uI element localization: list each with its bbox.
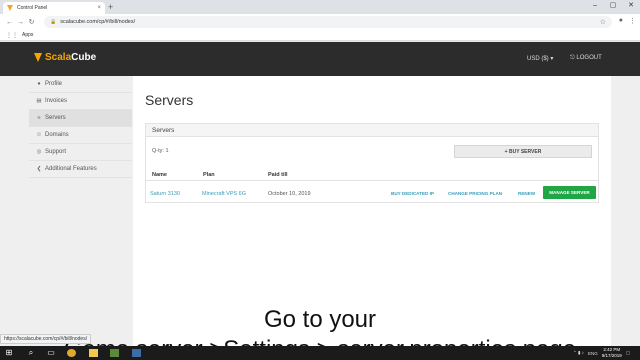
chrome-taskbar-icon[interactable] xyxy=(67,349,76,357)
table-divider xyxy=(146,180,598,181)
app-taskbar-icon[interactable] xyxy=(132,349,141,357)
notifications-icon[interactable]: ▢ xyxy=(626,350,630,356)
task-view-icon[interactable]: ▭ xyxy=(46,348,56,358)
support-icon: ◎ xyxy=(36,149,42,155)
browser-tab[interactable]: Control Panel × xyxy=(3,2,105,14)
caption-line-1: Go to your xyxy=(263,306,377,333)
menu-icon[interactable]: ⋮ xyxy=(629,17,636,25)
manage-server-button[interactable]: MANAGE SERVER xyxy=(543,186,596,199)
sidebar-item-label: Servers xyxy=(45,115,66,121)
sidebar-item-domains[interactable]: ☉ Domains xyxy=(29,127,132,144)
buy-dedicated-ip-link[interactable]: BUY DEDICATED IP xyxy=(391,191,434,196)
back-icon[interactable]: ← xyxy=(4,19,15,26)
close-tab-icon[interactable]: × xyxy=(97,5,101,11)
column-header-name: Name xyxy=(152,172,167,178)
maximize-button[interactable]: ▢ xyxy=(604,0,622,12)
buy-server-button[interactable]: + BUY SERVER xyxy=(454,145,592,158)
search-icon[interactable]: ⌕ xyxy=(26,348,36,358)
file-explorer-icon[interactable] xyxy=(89,349,98,357)
site-header: Scala Cube USD ($) ▾ ⎋ LOGOUT xyxy=(0,42,640,76)
address-bar-row: ← → ↻ 🔒 scalacube.com/cp/#/bill/nodes/ ☆… xyxy=(0,14,640,30)
logout-button[interactable]: ⎋ LOGOUT xyxy=(570,55,602,62)
window-controls: – ▢ ✕ xyxy=(586,0,640,12)
change-pricing-plan-link[interactable]: CHANGE PRICING PLAN xyxy=(448,191,502,196)
sidebar-item-support[interactable]: ◎ Support xyxy=(29,144,132,161)
tray-icons[interactable]: ⌃ ▮ ♪ xyxy=(573,350,584,356)
sidebar-item-profile[interactable]: ● Profile xyxy=(29,76,132,93)
sidebar-item-label: Invoices xyxy=(45,98,68,104)
logo-mark-icon xyxy=(34,53,42,62)
user-icon: ● xyxy=(37,81,41,87)
scalacube-favicon-icon xyxy=(7,5,13,11)
new-tab-button[interactable]: + xyxy=(108,2,113,12)
servers-panel: Servers Q-ty: 1 + BUY SERVER Name Plan P… xyxy=(145,123,599,203)
bookmark-star-icon[interactable]: ☆ xyxy=(600,18,606,26)
status-url-tooltip: https://scalacube.com/cp/#/bill/nodes/ xyxy=(0,334,92,344)
sidebar-item-additional-features[interactable]: ❮ Additional Features xyxy=(29,161,132,178)
renew-link[interactable]: RENEW xyxy=(518,191,535,196)
apps-grid-icon[interactable]: ⋮⋮ xyxy=(6,32,18,39)
clock-date: 9/17/2019 xyxy=(601,353,622,358)
profile-icon[interactable]: ● xyxy=(619,17,623,25)
minimize-button[interactable]: – xyxy=(586,0,604,12)
windows-taskbar: ⊞ ⌕ ▭ ⌃ ▮ ♪ ENG 2:42 PM 9/17/2019 ▢ xyxy=(0,346,640,360)
globe-icon: ☉ xyxy=(36,132,42,138)
close-window-button[interactable]: ✕ xyxy=(622,0,640,12)
share-icon: ❮ xyxy=(36,166,42,172)
column-header-plan: Plan xyxy=(203,172,215,178)
system-tray: ⌃ ▮ ♪ ENG 2:42 PM 9/17/2019 ▢ xyxy=(573,347,630,359)
server-name-link[interactable]: Saturn 3130 xyxy=(150,191,180,197)
bookmarks-bar: ⋮⋮ Apps xyxy=(0,30,640,41)
lock-icon: 🔒 xyxy=(50,19,57,25)
sidebar-item-label: Support xyxy=(45,149,67,155)
invoice-icon: ▤ xyxy=(36,98,42,104)
server-plan-link[interactable]: Minecraft VPS 6G xyxy=(202,191,246,197)
windows-start-icon[interactable]: ⊞ xyxy=(4,348,14,358)
sidebar-item-label: Profile xyxy=(45,81,63,87)
browser-actions: ● ⋮ xyxy=(619,17,636,25)
server-paid-till: October 10, 2019 xyxy=(268,191,311,197)
tab-title: Control Panel xyxy=(17,5,48,11)
reload-icon[interactable]: ↻ xyxy=(26,18,37,26)
column-header-paid-till: Paid till xyxy=(268,172,288,178)
sidebar-item-servers[interactable]: ≡ Servers xyxy=(29,110,132,127)
apps-bookmark[interactable]: Apps xyxy=(22,32,33,38)
logo-text-cube: Cube xyxy=(71,52,97,63)
sidebar-item-label: Additional Features xyxy=(45,166,97,172)
server-quantity: Q-ty: 1 xyxy=(152,148,169,154)
sidebar-item-label: Domains xyxy=(45,132,69,138)
sidebar-item-invoices[interactable]: ▤ Invoices xyxy=(29,93,132,110)
page-content: Scala Cube USD ($) ▾ ⎋ LOGOUT ● Profile … xyxy=(0,42,640,360)
forward-icon[interactable]: → xyxy=(15,19,26,26)
url-input[interactable]: 🔒 scalacube.com/cp/#/bill/nodes/ ☆ xyxy=(44,16,612,28)
sidebar: ● Profile ▤ Invoices ≡ Servers ☉ Domains… xyxy=(29,76,132,178)
clock[interactable]: 2:42 PM 9/17/2019 xyxy=(602,347,622,359)
logout-label: LOGOUT xyxy=(576,55,602,61)
panel-title: Servers xyxy=(146,124,598,137)
language-indicator[interactable]: ENG xyxy=(588,351,598,356)
browser-tab-strip: Control Panel × + – ▢ ✕ xyxy=(0,0,640,14)
url-text: scalacube.com/cp/#/bill/nodes/ xyxy=(60,19,136,25)
page-title: Servers xyxy=(145,92,194,108)
scalacube-logo[interactable]: Scala Cube xyxy=(34,52,96,63)
logo-text-scala: Scala xyxy=(45,52,72,63)
minecraft-icon[interactable] xyxy=(110,349,119,357)
servers-icon: ≡ xyxy=(37,115,41,121)
currency-select[interactable]: USD ($) ▾ xyxy=(527,55,553,62)
